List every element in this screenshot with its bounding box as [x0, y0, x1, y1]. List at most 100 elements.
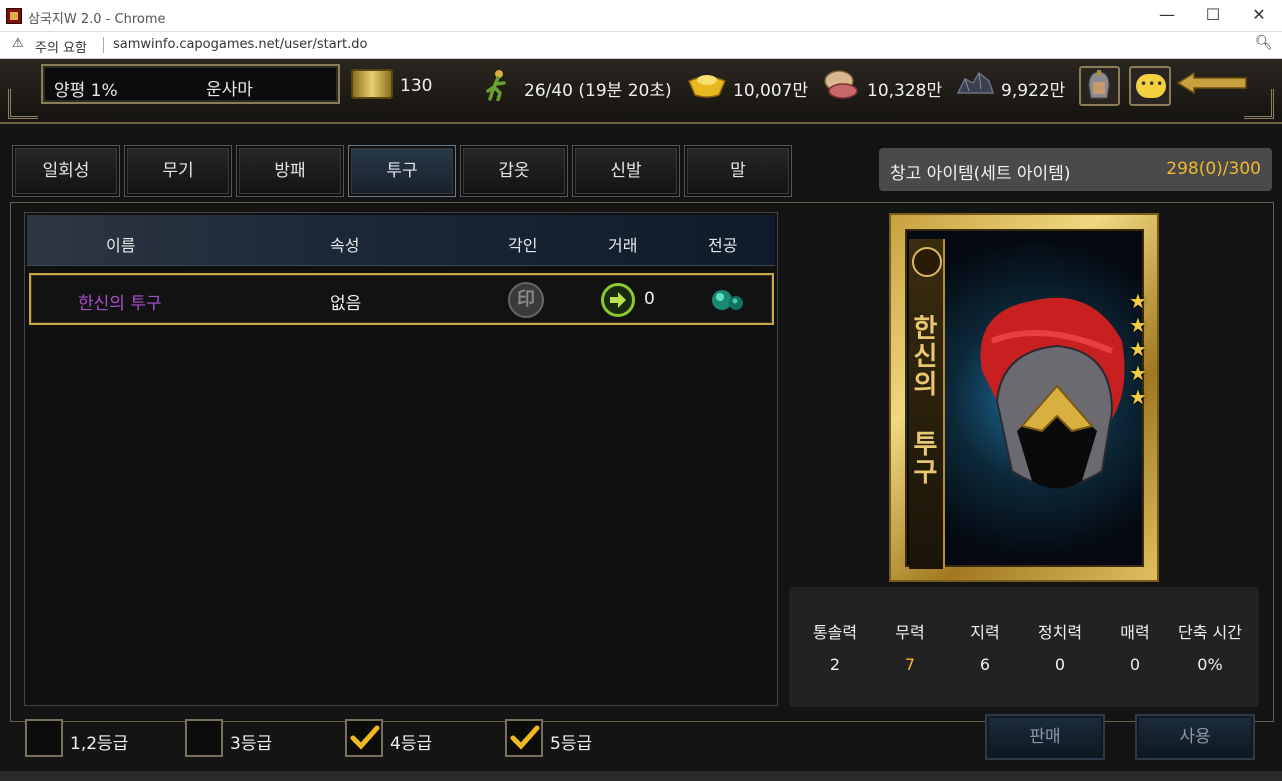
tab-helmet[interactable]: 투구 — [348, 145, 456, 197]
star-icon: ★ — [1129, 385, 1147, 409]
zoom-icon[interactable]: 🔍︎ — [1255, 35, 1273, 51]
arrow-left-icon — [1176, 71, 1247, 95]
stat-power: 무력 7 — [870, 619, 950, 674]
maximize-icon[interactable]: ☐ — [1190, 0, 1236, 32]
stat-label: 지력 — [970, 623, 1000, 642]
player-rank: 양평 1% — [54, 81, 118, 101]
ore-icon — [956, 71, 995, 94]
stat-value: 2 — [829, 655, 841, 674]
stat-charm: 매력 0 — [1095, 619, 1175, 674]
star-icon: ★ — [1129, 361, 1147, 385]
stat-value: 0 — [1054, 655, 1066, 674]
card-title-column: 한신의 투구 — [908, 239, 945, 569]
item-card: 한신의 투구 ★ ★ ★ ★ ★ — [889, 213, 1159, 582]
frame-ornament — [1244, 89, 1274, 119]
stat-label: 통솔력 — [812, 623, 858, 642]
stat-value: 0 — [1129, 655, 1141, 674]
grade-label: 4등급 — [390, 734, 433, 754]
col-trade-header: 거래 — [608, 236, 638, 255]
game-viewport: 양평 1% 운사마 130 26/40 (19분 20초) 10,007만 10… — [0, 59, 1282, 781]
url-text[interactable]: samwinfo.capogames.net/user/start.do — [113, 37, 368, 52]
stat-label: 정치력 — [1037, 623, 1083, 642]
stat-intelligence: 지력 6 — [945, 619, 1025, 674]
tab-horse[interactable]: 말 — [684, 145, 792, 197]
tab-shoes[interactable]: 신발 — [572, 145, 680, 197]
col-name-header: 이름 — [106, 236, 136, 255]
item-list-panel[interactable]: 이름 속성 각인 거래 전공 한신의 투구 없음 印 0 — [24, 212, 778, 706]
stat-politics: 정치력 0 — [1020, 619, 1100, 674]
grade-label: 3등급 — [230, 734, 273, 754]
ore-count: 9,922만 — [1001, 81, 1066, 101]
stamina-count: 26/40 (19분 20초) — [524, 81, 672, 101]
use-button[interactable]: 사용 — [1135, 714, 1255, 760]
stat-value: 0% — [1197, 655, 1223, 674]
trade-count: 0 — [644, 289, 655, 309]
tab-consumable[interactable]: 일회성 — [12, 145, 120, 197]
close-icon[interactable]: ✕ — [1236, 0, 1282, 32]
warehouse-label: 창고 아이템(세트 아이템) — [890, 164, 1071, 184]
tab-weapon[interactable]: 무기 — [124, 145, 232, 197]
top-status-bar: 양평 1% 운사마 130 26/40 (19분 20초) 10,007만 10… — [0, 59, 1282, 124]
general-portrait-icon — [1088, 70, 1110, 99]
col-attr-header: 속성 — [330, 236, 360, 255]
card-title: 한신의 투구 — [908, 314, 938, 486]
player-name: 운사마 — [206, 80, 253, 100]
helmet-icon — [980, 297, 1125, 489]
warehouse-count: 298(0)/300 — [1166, 159, 1261, 179]
stat-value: 6 — [979, 655, 991, 674]
grade-checkbox[interactable] — [185, 719, 223, 757]
app-icon — [6, 8, 22, 24]
chat-button[interactable] — [1129, 66, 1171, 106]
tab-shield[interactable]: 방패 — [236, 145, 344, 197]
bottom-bar — [0, 771, 1282, 781]
checkmark-icon — [510, 725, 540, 750]
trade-arrow-icon[interactable] — [601, 283, 635, 317]
star-icon: ★ — [1129, 289, 1147, 313]
stat-label: 단축 시간 — [1178, 623, 1242, 642]
gem-icon[interactable] — [708, 287, 748, 313]
browser-title-bar: 삼국지W 2.0 - Chrome — ☐ ✕ — [0, 0, 1282, 32]
stat-label: 매력 — [1120, 623, 1150, 642]
general-avatar-button[interactable] — [1079, 66, 1120, 106]
col-engrave-header: 각인 — [508, 236, 538, 255]
divider — [103, 37, 104, 53]
gold-ingot-icon — [688, 75, 726, 98]
gold-count: 10,007만 — [733, 81, 809, 101]
warehouse-capacity: 창고 아이템(세트 아이템) 298(0)/300 — [879, 148, 1272, 191]
player-info-box[interactable]: 양평 1% 운사마 — [41, 64, 340, 104]
item-name: 한신의 투구 — [78, 294, 162, 314]
stat-leadership: 통솔력 2 — [795, 619, 875, 674]
food-count: 10,328만 — [867, 81, 943, 101]
sell-button[interactable]: 판매 — [985, 714, 1105, 760]
stat-value: 7 — [904, 655, 916, 674]
item-card-art: 한신의 투구 ★ ★ ★ ★ ★ — [905, 229, 1147, 569]
item-stats: 통솔력 2 무력 7 지력 6 정치력 0 매력 0 단축 시간 0% — [789, 587, 1259, 707]
list-header: 이름 속성 각인 거래 전공 — [27, 215, 775, 266]
grade-checkbox[interactable] — [505, 719, 543, 757]
grade-checkbox[interactable] — [345, 719, 383, 757]
col-transfer-header: 전공 — [708, 236, 738, 255]
warning-icon[interactable]: ⚠ — [12, 36, 24, 51]
emblem-icon — [912, 247, 942, 277]
minimize-icon[interactable]: — — [1144, 0, 1190, 32]
security-label[interactable]: 주의 요함 — [35, 37, 87, 56]
checkmark-icon — [350, 725, 380, 750]
item-attr: 없음 — [330, 294, 362, 314]
food-sack-icon — [824, 70, 858, 99]
scroll-icon — [351, 69, 393, 99]
grade-label: 5등급 — [550, 734, 593, 754]
grade-label: 1,2등급 — [70, 734, 129, 754]
grade-checkbox[interactable] — [25, 719, 63, 757]
scroll-count: 130 — [400, 76, 433, 96]
stat-label: 무력 — [895, 623, 925, 642]
table-row[interactable]: 한신의 투구 없음 印 0 — [29, 273, 774, 325]
seal-icon[interactable]: 印 — [508, 282, 544, 318]
window-title: 삼국지W 2.0 - Chrome — [28, 12, 166, 27]
address-bar[interactable]: ⚠ 주의 요함 samwinfo.capogames.net/user/star… — [0, 32, 1282, 59]
stat-time-reduction: 단축 시간 0% — [1167, 619, 1253, 674]
star-icon: ★ — [1129, 313, 1147, 337]
chat-icon — [1136, 74, 1166, 98]
frame-ornament — [8, 89, 38, 119]
runner-icon — [486, 70, 506, 101]
tab-armor[interactable]: 갑옷 — [460, 145, 568, 197]
